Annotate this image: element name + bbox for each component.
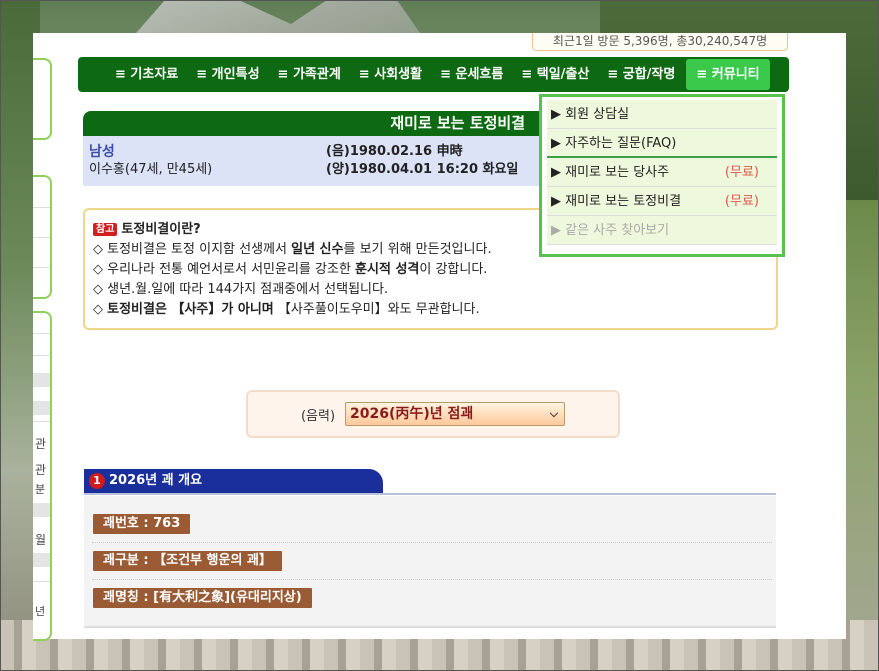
nav-compatibility-naming[interactable]: ≡ 궁합/작명 bbox=[598, 57, 684, 92]
left-side-panel bbox=[33, 175, 52, 299]
year-selector-box: (음력) 2026(丙午)년 점괘 ⌵ bbox=[246, 390, 620, 438]
nav-social-life[interactable]: ≡ 사회생활 bbox=[350, 57, 431, 92]
chevron-down-icon: ⌵ bbox=[549, 407, 559, 420]
left-side-panel bbox=[33, 58, 52, 140]
menu-item-consult[interactable]: ▶ 회원 상담실 bbox=[547, 100, 777, 129]
menu-item-label: ▶ 같은 사주 찾아보기 bbox=[551, 223, 670, 238]
visitor-counter: 최근1일 방문 5,396명, 총30,240,547명 bbox=[532, 33, 788, 51]
note-emphasis: 일년 신수 bbox=[291, 242, 344, 257]
note-emphasis: 훈시적 성격 bbox=[355, 262, 420, 277]
side-fragment: 월 bbox=[35, 533, 47, 547]
menu-item-label: ▶ 재미로 보는 당사주 bbox=[551, 165, 670, 180]
note-emphasis: 토정비결은 【사주】가 아니며 bbox=[107, 302, 274, 317]
note-text: ◇ 생년.월.일에 따라 144가지 점괘중에서 선택됩니다. bbox=[93, 282, 389, 297]
lunar-birth: (음)1980.02.16 申時 bbox=[326, 144, 463, 159]
side-fragment: 관 bbox=[35, 463, 47, 477]
note-heading: 토정비결이란? bbox=[121, 222, 201, 237]
note-text: ◇ 토정비결은 토정 이지함 선생께서 bbox=[93, 242, 292, 257]
note-text: ◇ bbox=[93, 302, 108, 317]
menu-item-label: ▶ 재미로 보는 토정비결 bbox=[551, 194, 682, 209]
nav-date-birth[interactable]: ≡ 택일/출산 bbox=[512, 57, 598, 92]
year-select-value: 2026(丙午)년 점괘 bbox=[350, 406, 474, 422]
calendar-type-label: (음력) bbox=[300, 408, 336, 424]
section-title: 2026년 괘 개요 bbox=[109, 473, 203, 488]
nav-family[interactable]: ≡ 가족관계 bbox=[269, 57, 350, 92]
note-text: ◇ 우리나라 전통 예언서로서 서민윤리를 강조한 bbox=[93, 262, 356, 277]
nav-community[interactable]: ≡ 커뮤니티 bbox=[686, 59, 770, 90]
page-title: 재미로 보는 토정비결 bbox=[83, 111, 543, 136]
free-tag: (무료) bbox=[724, 194, 759, 209]
gwae-name: 괘명칭 : [有大利之象](유대리지상) bbox=[93, 588, 312, 608]
section-body: 괘번호 : 763 괘구분 : 【조건부 행운의 괘】 괘명칭 : [有大利之象… bbox=[84, 496, 776, 628]
note-text: 【사주풀이도우미】와도 무관합니다. bbox=[273, 302, 480, 317]
menu-item-dangsaju[interactable]: ▶ 재미로 보는 당사주 (무료) bbox=[547, 158, 777, 187]
profile-box: 남성 (음)1980.02.16 申時 이수홍(47세, 만45세) (양)19… bbox=[83, 136, 539, 186]
side-fragment: 년 bbox=[35, 605, 46, 618]
main-nav: ≡ 기초자료 ≡ 개인특성 ≡ 가족관계 ≡ 사회생활 ≡ 운세흐름 ≡ 택일/… bbox=[78, 57, 789, 92]
community-dropdown: ▶ 회원 상담실 ▶ 자주하는 질문(FAQ) ▶ 재미로 보는 당사주 (무료… bbox=[539, 94, 785, 257]
gwae-category: 괘구분 : 【조건부 행운의 괘】 bbox=[93, 551, 282, 571]
note-text: 이 강합니다. bbox=[419, 262, 488, 277]
side-fragment: 관 bbox=[35, 437, 47, 451]
free-tag: (무료) bbox=[724, 165, 759, 180]
menu-item-label: ▶ 회원 상담실 bbox=[551, 107, 630, 122]
solar-birth: (양)1980.04.01 16:20 화요일 bbox=[326, 162, 519, 177]
gender-label: 남성 bbox=[89, 144, 115, 160]
section-number: 1 bbox=[89, 473, 105, 489]
nav-personal-traits[interactable]: ≡ 개인특성 bbox=[187, 57, 268, 92]
menu-item-tojeong[interactable]: ▶ 재미로 보는 토정비결 (무료) bbox=[547, 187, 777, 216]
menu-item-same-saju[interactable]: ▶ 같은 사주 찾아보기 bbox=[547, 216, 777, 245]
note-badge: 참고 bbox=[93, 223, 118, 236]
name-age: 이수홍(47세, 만45세) bbox=[89, 162, 213, 177]
gwae-number: 괘번호 : 763 bbox=[93, 514, 191, 534]
main-page: 관 관 분 월 년 최근1일 방문 5,396명, 총30,240,547명 ≡… bbox=[33, 33, 846, 641]
year-select[interactable]: 2026(丙午)년 점괘 ⌵ bbox=[345, 402, 566, 426]
menu-item-label: ▶ 자주하는 질문(FAQ) bbox=[551, 136, 677, 151]
side-fragment: 분 bbox=[35, 483, 46, 496]
nav-fortune-flow[interactable]: ≡ 운세흐름 bbox=[431, 57, 512, 92]
nav-basic-data[interactable]: ≡ 기초자료 bbox=[106, 57, 187, 92]
left-side-panel: 관 관 분 월 년 bbox=[33, 311, 52, 641]
section-header: 1 2026년 괘 개요 bbox=[84, 469, 383, 493]
menu-item-faq[interactable]: ▶ 자주하는 질문(FAQ) bbox=[547, 129, 777, 158]
note-text: 를 보기 위해 만든것입니다. bbox=[343, 242, 492, 257]
